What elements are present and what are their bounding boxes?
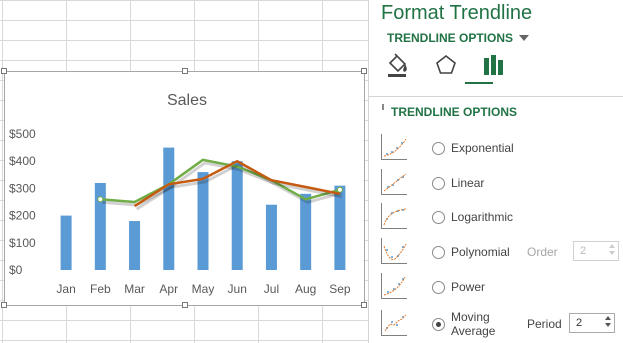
fill-line-icon[interactable] bbox=[385, 52, 411, 78]
line-endpoint-handle bbox=[336, 186, 343, 193]
period-label: Period bbox=[527, 317, 562, 331]
period-spinner[interactable]: 2 bbox=[569, 313, 615, 333]
resize-handle-top-left[interactable] bbox=[1, 68, 7, 74]
moving-average-line2: Average bbox=[451, 324, 496, 338]
logarithmic-thumbnail-icon bbox=[381, 203, 407, 229]
y-tick-label: $0 bbox=[9, 263, 23, 277]
effects-pentagon-icon[interactable] bbox=[433, 52, 459, 78]
x-tick-label: Jul bbox=[264, 282, 279, 296]
x-tick-label: Jun bbox=[228, 282, 247, 296]
bar bbox=[197, 172, 209, 270]
bar bbox=[265, 204, 277, 270]
section-collapse-marker[interactable] bbox=[382, 104, 384, 110]
bar bbox=[300, 193, 312, 270]
resize-handle-top-middle[interactable] bbox=[182, 68, 188, 74]
option-row-moving-average[interactable]: Moving Average Period 2 bbox=[381, 310, 621, 340]
line-endpoint-handle bbox=[97, 196, 104, 203]
radio-moving-average[interactable] bbox=[432, 318, 445, 331]
x-tick-label: Feb bbox=[90, 282, 111, 296]
bar bbox=[94, 182, 106, 270]
bar bbox=[334, 185, 346, 270]
x-tick-label: May bbox=[192, 282, 215, 296]
radio-exponential[interactable] bbox=[432, 142, 445, 155]
order-label: Order bbox=[527, 245, 558, 259]
resize-handle-bottom-right[interactable] bbox=[361, 302, 367, 308]
option-row-polynomial[interactable]: Polynomial Order 2 bbox=[381, 238, 621, 268]
x-tick-label: Jan bbox=[56, 282, 75, 296]
linear-thumbnail-icon bbox=[381, 169, 407, 195]
bar bbox=[60, 215, 72, 270]
y-tick-label: $200 bbox=[9, 209, 36, 223]
x-tick-label: Aug bbox=[295, 282, 316, 296]
power-thumbnail-icon bbox=[381, 273, 407, 299]
caret-down-icon bbox=[519, 35, 530, 41]
option-row-linear[interactable]: Linear bbox=[381, 169, 621, 199]
option-label-exponential[interactable]: Exponential bbox=[451, 141, 514, 155]
y-tick-label: $400 bbox=[9, 154, 36, 168]
resize-handle-top-right[interactable] bbox=[361, 68, 367, 74]
bar bbox=[163, 147, 175, 270]
x-tick-label: Apr bbox=[159, 282, 178, 296]
trendline-options-bars-icon[interactable] bbox=[481, 52, 507, 78]
order-spinner[interactable]: 2 bbox=[573, 241, 619, 261]
trendline-options-dropdown-label: TRENDLINE OPTIONS bbox=[387, 31, 514, 45]
bar bbox=[231, 161, 243, 270]
option-row-exponential[interactable]: Exponential bbox=[381, 134, 621, 164]
radio-power[interactable] bbox=[432, 281, 445, 294]
y-tick-label: $300 bbox=[9, 181, 36, 195]
exponential-thumbnail-icon bbox=[381, 134, 407, 160]
option-label-linear[interactable]: Linear bbox=[451, 176, 484, 190]
resize-handle-bottom-middle[interactable] bbox=[182, 302, 188, 308]
period-value: 2 bbox=[576, 317, 583, 329]
active-tab-indicator bbox=[465, 82, 493, 84]
option-label-logarithmic[interactable]: Logarithmic bbox=[451, 210, 513, 224]
polynomial-thumbnail-icon bbox=[381, 238, 407, 264]
format-trendline-pane: Format Trendline TRENDLINE OPTIONS TREND… bbox=[368, 0, 623, 343]
option-label-polynomial[interactable]: Polynomial bbox=[451, 245, 510, 259]
option-label-moving-average[interactable]: Moving Average bbox=[451, 310, 495, 338]
x-tick-label: Mar bbox=[124, 282, 145, 296]
spinner-down-icon[interactable] bbox=[609, 251, 615, 255]
option-row-logarithmic[interactable]: Logarithmic bbox=[381, 203, 621, 233]
moving-average-thumbnail-icon bbox=[381, 310, 407, 336]
spinner-down-icon[interactable] bbox=[605, 323, 611, 327]
option-label-power[interactable]: Power bbox=[451, 280, 485, 294]
radio-polynomial[interactable] bbox=[432, 246, 445, 259]
radio-linear[interactable] bbox=[432, 177, 445, 190]
y-tick-label: $100 bbox=[9, 236, 36, 250]
spinner-up-icon[interactable] bbox=[609, 244, 615, 248]
moving-average-line1: Moving bbox=[451, 310, 490, 324]
spinner-up-icon[interactable] bbox=[605, 316, 611, 320]
pane-title: Format Trendline bbox=[381, 2, 533, 24]
order-value: 2 bbox=[580, 245, 587, 257]
x-tick-label: Sep bbox=[329, 282, 351, 296]
chart-area[interactable]: Sales $0 $100 $200 $300 $400 $500 Jan Feb Mar Apr M… bbox=[1, 68, 367, 308]
sales-chart[interactable]: Sales $0 $100 $200 $300 $400 $500 Jan Feb Mar Apr M… bbox=[5, 72, 366, 307]
worksheet-grid[interactable]: Sales $0 $100 $200 $300 $400 $500 Jan Feb Mar Apr M… bbox=[0, 0, 368, 343]
chart-title: Sales bbox=[167, 92, 207, 109]
trendline-options-section-header[interactable]: TRENDLINE OPTIONS bbox=[391, 105, 517, 119]
bar bbox=[129, 221, 141, 270]
radio-logarithmic[interactable] bbox=[432, 211, 445, 224]
pane-divider bbox=[369, 96, 623, 97]
option-row-power[interactable]: Power bbox=[381, 273, 621, 303]
trendline-options-dropdown[interactable]: TRENDLINE OPTIONS bbox=[387, 31, 530, 45]
resize-handle-bottom-left[interactable] bbox=[1, 302, 7, 308]
y-tick-label: $500 bbox=[9, 127, 36, 141]
